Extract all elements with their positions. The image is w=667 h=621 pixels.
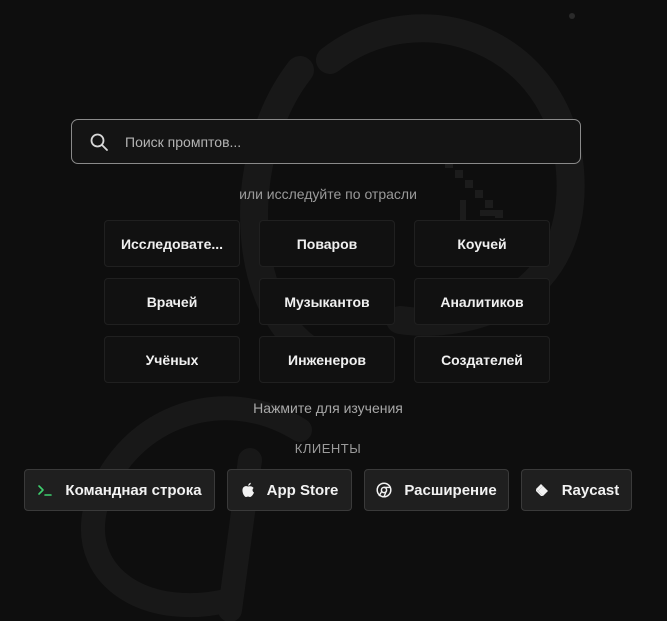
category-coaches[interactable]: Коучей bbox=[414, 220, 550, 267]
category-label: Инженеров bbox=[288, 351, 366, 368]
category-label: Коучей bbox=[457, 235, 507, 252]
category-label: Создателей bbox=[441, 351, 523, 368]
apple-icon bbox=[241, 482, 255, 498]
cli-button-label: Командная строка bbox=[65, 481, 202, 499]
click-hint: Нажмите для изучения bbox=[253, 400, 403, 416]
search-input[interactable] bbox=[123, 132, 580, 151]
chrome-icon bbox=[376, 482, 392, 498]
search-bar[interactable] bbox=[71, 119, 581, 164]
category-engineers[interactable]: Инженеров bbox=[259, 336, 395, 383]
category-label: Музыкантов bbox=[284, 293, 370, 310]
category-creators[interactable]: Создателей bbox=[414, 336, 550, 383]
search-icon bbox=[89, 132, 109, 152]
category-label: Врачей bbox=[146, 293, 198, 310]
category-grid: Исследовате... Поваров Коучей Врачей Муз… bbox=[104, 220, 550, 383]
clients-heading: КЛИЕНТЫ bbox=[294, 441, 362, 456]
category-researchers[interactable]: Исследовате... bbox=[104, 220, 240, 267]
category-label: Аналитиков bbox=[440, 293, 524, 310]
category-musicians[interactable]: Музыкантов bbox=[259, 278, 395, 325]
category-doctors[interactable]: Врачей bbox=[104, 278, 240, 325]
app-store-button[interactable]: App Store bbox=[227, 469, 352, 511]
category-scientists[interactable]: Учёных bbox=[104, 336, 240, 383]
category-label: Поваров bbox=[296, 235, 358, 252]
category-analysts[interactable]: Аналитиков bbox=[414, 278, 550, 325]
cli-button[interactable]: Командная строка bbox=[24, 469, 215, 511]
category-cooks[interactable]: Поваров bbox=[259, 220, 395, 267]
category-label: Учёных bbox=[145, 351, 199, 368]
raycast-icon bbox=[534, 482, 550, 498]
extension-button[interactable]: Расширение bbox=[364, 469, 509, 511]
raycast-button-label: Raycast bbox=[561, 481, 620, 499]
terminal-icon bbox=[37, 483, 53, 497]
raycast-button[interactable]: Raycast bbox=[521, 469, 632, 511]
category-label: Исследовате... bbox=[120, 235, 224, 252]
explore-subtitle: или исследуйте по отрасли bbox=[239, 186, 417, 202]
extension-button-label: Расширение bbox=[404, 481, 497, 499]
app-store-button-label: App Store bbox=[266, 481, 339, 499]
